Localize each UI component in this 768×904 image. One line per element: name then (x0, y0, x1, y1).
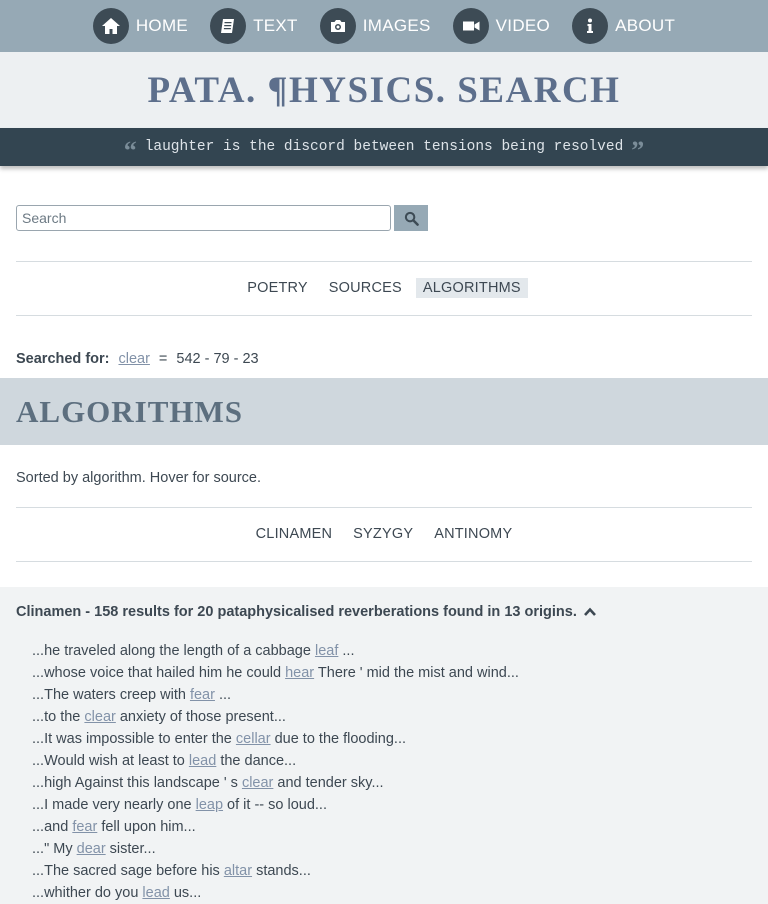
divider (16, 315, 752, 316)
result-counts: 542 - 79 - 23 (176, 351, 259, 367)
result-word-link[interactable]: leap (196, 797, 223, 813)
searched-term-link[interactable]: clear (118, 351, 149, 367)
section-header: ALGORITHMS (0, 378, 768, 445)
list-item: ...he traveled along the length of a cab… (32, 643, 355, 659)
list-item: ...and fear fell upon him... (32, 819, 196, 835)
equals-sign: = (158, 351, 168, 367)
list-item: ...The waters creep with fear ... (32, 687, 232, 703)
site-header: PATA. ¶HYSICS. SEARCH (0, 52, 768, 128)
mode-tabs: POETRY SOURCES ALGORITHMS (0, 278, 768, 298)
result-word-link[interactable]: leaf (315, 643, 338, 659)
section-title: ALGORITHMS (16, 393, 244, 429)
algorithm-tabs: CLINAMEN SYZYGY ANTINOMY (0, 524, 768, 544)
list-item: ...whither do you lead us... (32, 885, 202, 901)
result-word-link[interactable]: hear (285, 665, 314, 681)
nav-video[interactable]: VIDEO (452, 8, 551, 44)
quote-banner: “ laughter is the discord between tensio… (0, 128, 768, 166)
top-nav: HOME TEXT IMAGES VIDEO ABOUT (0, 0, 768, 52)
searched-for-label: Searched for: (16, 351, 110, 367)
list-item: ...whose voice that hailed him he could … (32, 665, 519, 681)
quote-text: laughter is the discord between tensions… (144, 139, 624, 155)
nav-images[interactable]: IMAGES (319, 8, 431, 44)
tab-syzygy[interactable]: SYZYGY (346, 524, 420, 544)
result-word-link[interactable]: altar (224, 863, 252, 879)
results-heading[interactable]: Clinamen - 158 results for 20 pataphysic… (16, 604, 597, 620)
search-form (16, 205, 428, 231)
nav-images-label: IMAGES (362, 16, 431, 35)
results-heading-text: Clinamen - 158 results for 20 pataphysic… (16, 604, 577, 620)
tab-sources[interactable]: SOURCES (322, 278, 409, 298)
list-item: ..." My dear sister... (32, 841, 156, 857)
divider (16, 561, 752, 562)
divider (16, 261, 752, 262)
nav-about-label: ABOUT (615, 16, 676, 35)
divider (16, 507, 752, 508)
section-description: Sorted by algorithm. Hover for source. (16, 470, 261, 486)
result-word-link[interactable]: lead (142, 885, 169, 901)
camera-icon (319, 8, 356, 44)
nav-text-label: TEXT (253, 16, 298, 35)
result-word-link[interactable]: fear (190, 687, 215, 703)
video-icon (452, 8, 489, 44)
result-word-link[interactable]: clear (84, 709, 115, 725)
results-list: ...he traveled along the length of a cab… (32, 640, 519, 904)
nav-text[interactable]: TEXT (210, 8, 298, 44)
info-icon (572, 8, 609, 44)
search-icon (404, 211, 419, 226)
searched-for: Searched for: clear = 542 - 79 - 23 (16, 351, 259, 367)
search-input[interactable] (16, 205, 391, 231)
list-item: ...to the clear anxiety of those present… (32, 709, 286, 725)
home-icon (92, 8, 129, 44)
list-item: ...I made very nearly one leap of it -- … (32, 797, 327, 813)
result-word-link[interactable]: clear (242, 775, 273, 791)
list-item: ...high Against this landscape ' s clear… (32, 775, 384, 791)
open-quote-icon: “ (123, 136, 137, 165)
book-icon (210, 8, 247, 44)
list-item: ...It was impossible to enter the cellar… (32, 731, 406, 747)
nav-video-label: VIDEO (495, 16, 551, 35)
tab-algorithms[interactable]: ALGORITHMS (415, 278, 528, 298)
result-word-link[interactable]: lead (189, 753, 216, 769)
tab-poetry[interactable]: POETRY (240, 278, 315, 298)
tab-antinomy[interactable]: ANTINOMY (427, 524, 519, 544)
nav-about[interactable]: ABOUT (572, 8, 675, 44)
results-panel: Clinamen - 158 results for 20 pataphysic… (0, 587, 768, 904)
list-item: ...Would wish at least to lead the dance… (32, 753, 297, 769)
nav-home[interactable]: HOME (92, 8, 189, 44)
list-item: ...The sacred sage before his altar stan… (32, 863, 311, 879)
search-button[interactable] (394, 205, 428, 231)
chevron-up-icon (583, 607, 596, 616)
tab-clinamen[interactable]: CLINAMEN (249, 524, 340, 544)
result-word-link[interactable]: fear (72, 819, 97, 835)
result-word-link[interactable]: dear (77, 841, 106, 857)
site-title: PATA. ¶HYSICS. SEARCH (147, 69, 621, 111)
nav-home-label: HOME (135, 16, 189, 35)
close-quote-icon: ” (631, 136, 645, 165)
result-word-link[interactable]: cellar (236, 731, 271, 747)
